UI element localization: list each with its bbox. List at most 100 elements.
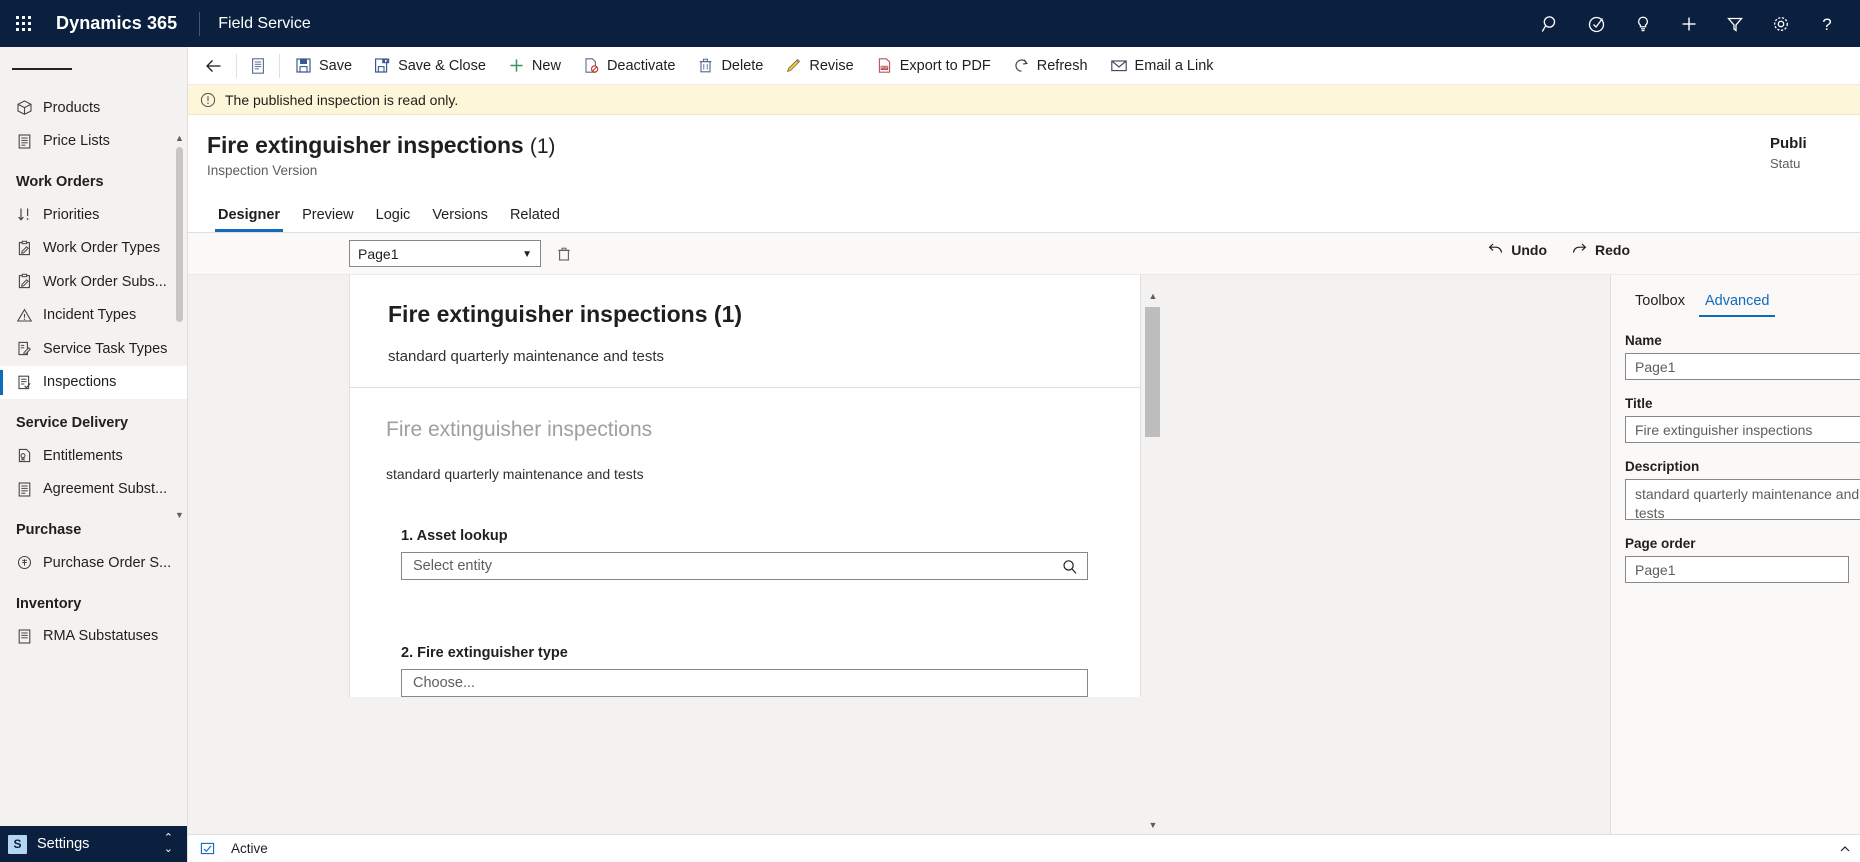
record-header: Fire extinguisher inspections (1) Inspec… bbox=[188, 115, 1860, 194]
pdf-icon: PDF bbox=[876, 57, 893, 74]
title-input[interactable]: Fire extinguisher inspections bbox=[1625, 416, 1860, 443]
nav-scroll-region: Products Price Lists Work Orders Priorit… bbox=[0, 91, 187, 731]
status-bar-expand-button[interactable] bbox=[1838, 842, 1852, 856]
new-button[interactable]: New bbox=[497, 48, 572, 84]
fire-extinguisher-type-select[interactable]: Choose... bbox=[401, 669, 1088, 697]
sidebar-group-title: Service Delivery bbox=[16, 415, 129, 431]
sidebar-group-title: Work Orders bbox=[16, 174, 104, 190]
field-label: Page order bbox=[1625, 536, 1696, 551]
notification-bar: The published inspection is read only. bbox=[188, 85, 1860, 115]
email-a-link-button[interactable]: Email a Link bbox=[1099, 48, 1225, 84]
canvas-scrollbar[interactable]: ▲ ▼ bbox=[1142, 275, 1164, 861]
app-launcher-button[interactable] bbox=[0, 0, 46, 47]
back-button[interactable] bbox=[196, 48, 232, 84]
scroll-up-icon[interactable]: ▲ bbox=[1142, 285, 1164, 307]
field-description: Description standard quarterly maintenan… bbox=[1611, 459, 1860, 520]
delete-button[interactable]: Delete bbox=[686, 48, 774, 84]
sidebar-item-products[interactable]: Products bbox=[0, 91, 187, 125]
question-asset-lookup[interactable]: 1. Asset lookup Select entity bbox=[386, 528, 1140, 580]
checklist-icon bbox=[16, 374, 42, 391]
redo-button[interactable]: Redo bbox=[1571, 241, 1630, 258]
svg-text:?: ? bbox=[1822, 15, 1831, 34]
record-state-text: Active bbox=[231, 841, 268, 856]
save-and-close-button[interactable]: Save & Close bbox=[363, 48, 497, 84]
document-list-icon bbox=[16, 133, 42, 150]
form-card-header[interactable]: Fire extinguisher inspections (1) standa… bbox=[350, 275, 1140, 388]
tab-related[interactable]: Related bbox=[499, 207, 571, 232]
tab-logic[interactable]: Logic bbox=[365, 207, 422, 232]
name-input[interactable]: Page1 bbox=[1625, 353, 1860, 380]
scroll-up-icon[interactable]: ▲ bbox=[175, 134, 184, 143]
plus-icon[interactable] bbox=[1666, 0, 1712, 47]
filter-icon[interactable] bbox=[1712, 0, 1758, 47]
form-card-title: Fire extinguisher inspections (1) bbox=[388, 301, 743, 327]
tab-toolbox[interactable]: Toolbox bbox=[1625, 293, 1695, 317]
hamburger-icon-line bbox=[52, 68, 72, 70]
description-textarea[interactable]: standard quarterly maintenance and tests bbox=[1625, 479, 1860, 520]
certificate-icon bbox=[16, 447, 42, 464]
revise-label: Revise bbox=[809, 57, 854, 74]
undo-icon bbox=[1487, 241, 1504, 258]
page-select-dropdown[interactable]: Page1 ▼ bbox=[349, 240, 541, 267]
left-navigation: Products Price Lists Work Orders Priorit… bbox=[0, 47, 188, 862]
question-fire-extinguisher-type[interactable]: 2. Fire extinguisher type Choose... bbox=[386, 645, 1140, 697]
sidebar-item-entitlements[interactable]: Entitlements bbox=[0, 439, 187, 473]
focus-assist-icon[interactable] bbox=[1574, 0, 1620, 47]
sidebar-item-purchase-order-substatuses[interactable]: Purchase Order S... bbox=[0, 546, 187, 580]
save-icon bbox=[295, 57, 312, 74]
lightbulb-icon[interactable] bbox=[1620, 0, 1666, 47]
scroll-down-icon[interactable]: ▼ bbox=[1142, 814, 1164, 836]
sidebar-item-agreement-substatuses[interactable]: Agreement Subst... bbox=[0, 473, 187, 507]
help-icon[interactable]: ? bbox=[1804, 0, 1850, 47]
area-label: Settings bbox=[37, 836, 90, 852]
canvas-scrollbar-thumb[interactable] bbox=[1145, 307, 1160, 437]
form-tabs: Designer Preview Logic Versions Related bbox=[188, 194, 1860, 233]
save-button[interactable]: Save bbox=[284, 48, 363, 84]
tab-designer[interactable]: Designer bbox=[207, 207, 291, 232]
sidebar-item-rma-substatuses[interactable]: RMA Substatuses bbox=[0, 620, 187, 654]
sidebar-item-inspections[interactable]: Inspections bbox=[0, 365, 187, 399]
sidebar-item-incident-types[interactable]: Incident Types bbox=[0, 299, 187, 333]
nav-scrollbar[interactable]: ▲ ▼ bbox=[175, 134, 184, 520]
settings-area-switcher[interactable]: S Settings ⌃ ⌄ bbox=[0, 826, 187, 862]
asset-lookup-input[interactable]: Select entity bbox=[401, 552, 1088, 580]
command-bar: Save Save & Close New Deactivate Delete … bbox=[188, 47, 1860, 85]
field-name: Name Page1 bbox=[1611, 333, 1860, 380]
page-heading-placeholder[interactable]: Fire extinguisher inspections bbox=[386, 418, 1140, 442]
sidebar-item-label: Priorities bbox=[43, 206, 100, 223]
sidebar-item-priorities[interactable]: Priorities bbox=[0, 198, 187, 232]
field-title: Title Fire extinguisher inspections bbox=[1611, 396, 1860, 443]
scroll-down-icon[interactable]: ▼ bbox=[175, 511, 184, 520]
plus-icon bbox=[508, 57, 525, 74]
properties-tabs: Toolbox Advanced bbox=[1611, 275, 1860, 318]
save-close-icon bbox=[374, 57, 391, 74]
form-selector-button[interactable] bbox=[241, 48, 275, 84]
sidebar-item-label: Entitlements bbox=[43, 447, 123, 464]
svg-text:PDF: PDF bbox=[881, 66, 889, 70]
delete-page-button[interactable] bbox=[552, 242, 576, 266]
undo-button[interactable]: Undo bbox=[1487, 241, 1547, 258]
tab-preview[interactable]: Preview bbox=[291, 207, 365, 232]
sidebar-item-work-order-types[interactable]: Work Order Types bbox=[0, 232, 187, 266]
page-order-input[interactable]: Page1 bbox=[1625, 556, 1849, 583]
redo-icon bbox=[1571, 241, 1588, 258]
search-icon[interactable] bbox=[1528, 0, 1574, 47]
revise-button[interactable]: Revise bbox=[774, 48, 864, 84]
question-text: Fire extinguisher type bbox=[417, 645, 568, 661]
chevron-down-icon: ▼ bbox=[522, 249, 532, 260]
sidebar-item-price-lists[interactable]: Price Lists bbox=[0, 125, 187, 159]
refresh-label: Refresh bbox=[1036, 57, 1088, 74]
search-icon[interactable] bbox=[1061, 558, 1079, 580]
tab-versions[interactable]: Versions bbox=[421, 207, 499, 232]
sidebar-item-work-order-substatuses[interactable]: Work Order Subs... bbox=[0, 265, 187, 299]
export-to-pdf-button[interactable]: PDF Export to PDF bbox=[865, 48, 1002, 84]
nav-collapse-button[interactable] bbox=[0, 47, 187, 91]
sidebar-item-service-task-types[interactable]: Service Task Types bbox=[0, 332, 187, 366]
nav-scrollbar-thumb[interactable] bbox=[176, 147, 183, 322]
page-description-text[interactable]: standard quarterly maintenance and tests bbox=[386, 466, 1140, 482]
sidebar-group-title: Purchase bbox=[16, 522, 82, 538]
deactivate-button[interactable]: Deactivate bbox=[572, 48, 687, 84]
refresh-button[interactable]: Refresh bbox=[1002, 48, 1099, 84]
gear-icon[interactable] bbox=[1758, 0, 1804, 47]
tab-advanced[interactable]: Advanced bbox=[1695, 293, 1780, 318]
